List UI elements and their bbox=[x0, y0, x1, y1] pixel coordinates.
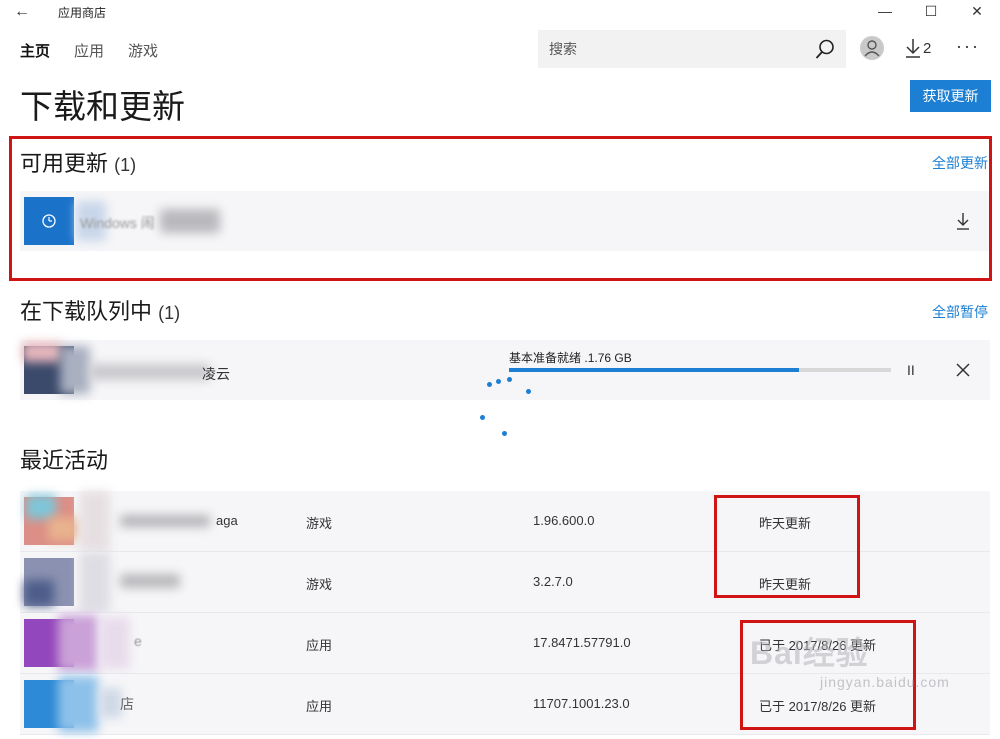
status-text: 基本准备就绪 bbox=[509, 351, 582, 365]
update-status: 昨天更新 bbox=[759, 516, 812, 531]
download-icon bbox=[906, 39, 920, 58]
app-name: aga bbox=[216, 513, 238, 528]
tab-home[interactable]: 主页 bbox=[20, 40, 50, 61]
download-size: .1.76 GB bbox=[584, 351, 632, 365]
download-queue-count: (1) bbox=[158, 303, 181, 323]
download-progress bbox=[509, 368, 891, 372]
search-input[interactable] bbox=[538, 30, 808, 68]
downloads-button[interactable]: 2 bbox=[905, 38, 931, 58]
tab-apps[interactable]: 应用 bbox=[74, 40, 104, 61]
app-type: 游戏 bbox=[306, 577, 333, 592]
recent-activity-title: 最近活动 bbox=[20, 448, 109, 473]
download-status: 基本准备就绪 .1.76 GB bbox=[509, 349, 632, 366]
app-name: 凌云 bbox=[202, 366, 230, 382]
download-queue-title: 在下载队列中 bbox=[20, 299, 153, 324]
available-update-row[interactable]: Windows 闹 bbox=[20, 191, 990, 251]
minimize-button[interactable]: — bbox=[862, 0, 908, 24]
recent-activity-list: aga 游戏 1.96.600.0 昨天更新 游戏 3.2.7.0 昨天更新 e… bbox=[20, 491, 990, 735]
app-name: e bbox=[134, 633, 142, 649]
list-item[interactable]: aga 游戏 1.96.600.0 昨天更新 bbox=[20, 491, 990, 552]
app-version: 1.96.600.0 bbox=[533, 513, 595, 528]
watermark-logo: Bai经验 bbox=[750, 635, 869, 671]
close-icon[interactable] bbox=[956, 363, 970, 377]
app-name: Windows 闹 bbox=[80, 215, 155, 231]
back-button[interactable]: ← bbox=[10, 2, 34, 22]
list-item[interactable]: 游戏 3.2.7.0 昨天更新 bbox=[20, 552, 990, 613]
pause-icon[interactable]: II bbox=[907, 362, 915, 378]
download-icon[interactable] bbox=[955, 211, 971, 231]
available-updates-title: 可用更新 bbox=[20, 151, 109, 176]
app-version: 3.2.7.0 bbox=[533, 574, 573, 589]
app-name: 店 bbox=[120, 696, 134, 712]
page-title: 下载和更新 bbox=[20, 88, 185, 125]
app-version: 17.8471.57791.0 bbox=[533, 635, 631, 650]
user-icon bbox=[864, 40, 880, 57]
progress-fill bbox=[509, 368, 800, 372]
available-updates-heading: 可用更新 (1) bbox=[20, 146, 136, 178]
alarm-clock-icon bbox=[42, 214, 56, 228]
downloads-count: 2 bbox=[923, 39, 932, 57]
maximize-button[interactable]: ☐ bbox=[908, 0, 954, 24]
get-updates-button[interactable]: 获取更新 bbox=[910, 80, 991, 112]
app-tile bbox=[24, 197, 74, 245]
avatar[interactable] bbox=[860, 36, 884, 60]
download-queue-heading: 在下载队列中 (1) bbox=[20, 294, 180, 326]
app-version: 11707.1001.23.0 bbox=[533, 696, 630, 711]
update-status: 已于 2017/8/26 更新 bbox=[759, 699, 877, 714]
app-type: 应用 bbox=[306, 699, 333, 714]
watermark-url: jingyan.baidu.com bbox=[820, 674, 950, 690]
app-type: 应用 bbox=[306, 638, 333, 653]
search-box bbox=[538, 30, 846, 68]
update-all-link[interactable]: 全部更新 bbox=[932, 153, 988, 173]
close-button[interactable]: ✕ bbox=[954, 0, 1000, 24]
title-bar: ← 应用商店 — ☐ ✕ bbox=[0, 0, 1000, 24]
pause-all-link[interactable]: 全部暂停 bbox=[932, 302, 988, 322]
tab-games[interactable]: 游戏 bbox=[128, 40, 158, 61]
search-icon[interactable] bbox=[814, 38, 836, 60]
more-button[interactable]: ··· bbox=[956, 36, 980, 57]
update-status: 昨天更新 bbox=[759, 577, 812, 592]
window-title: 应用商店 bbox=[58, 6, 107, 20]
app-type: 游戏 bbox=[306, 516, 333, 531]
loading-spinner bbox=[478, 375, 534, 439]
available-updates-count: (1) bbox=[114, 155, 137, 175]
